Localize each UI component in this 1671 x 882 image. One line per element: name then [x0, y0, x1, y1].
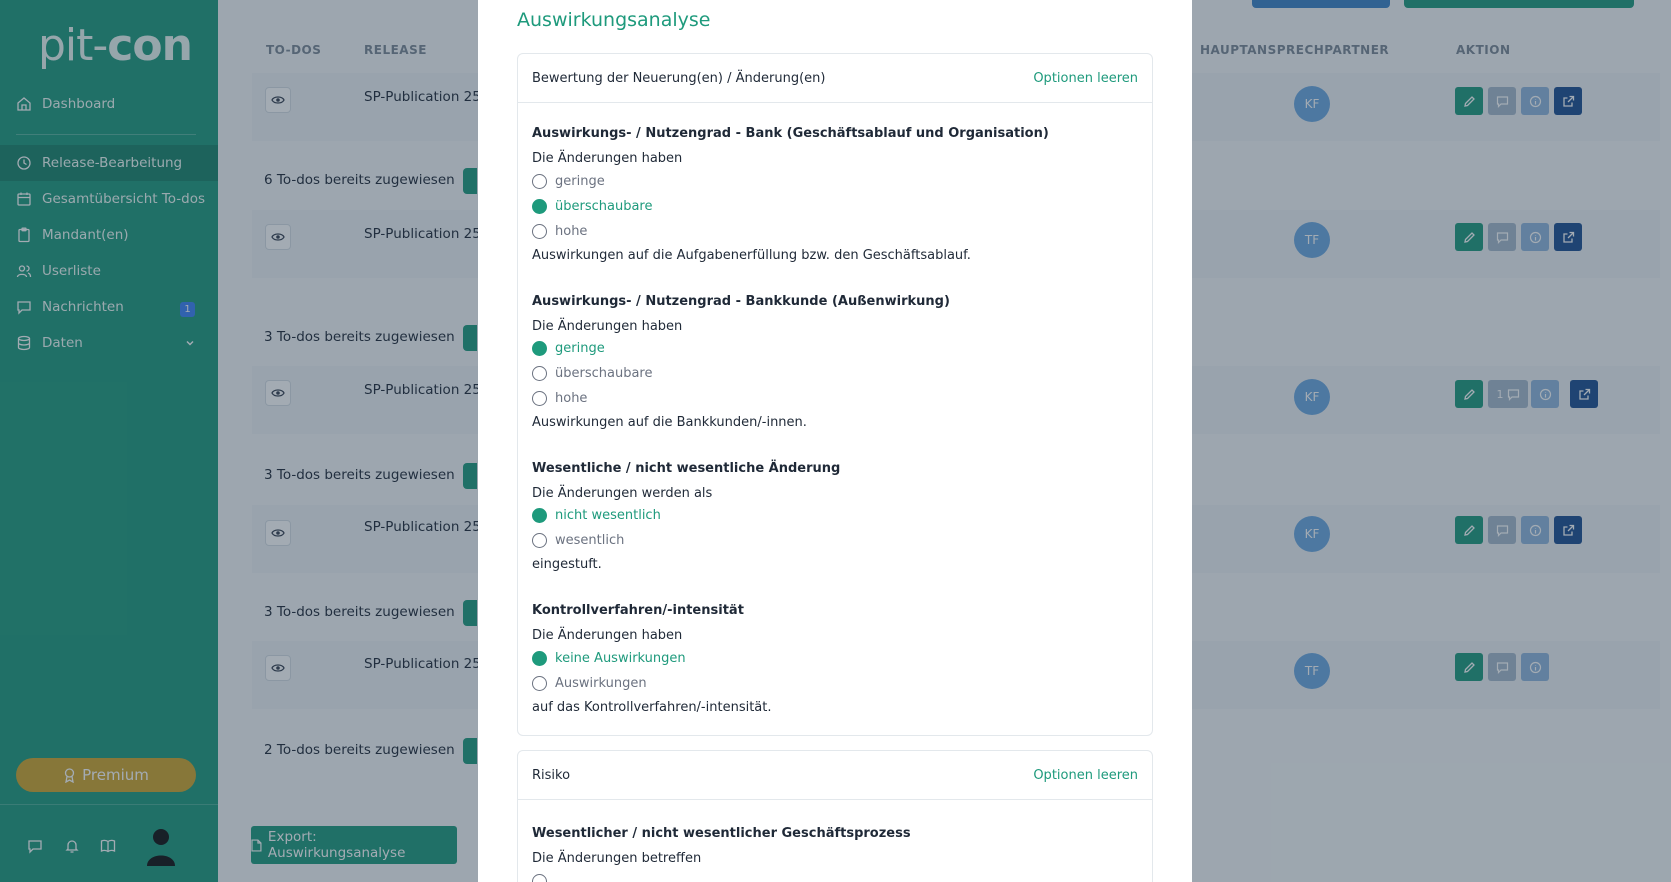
radio-label: hohe: [555, 391, 588, 406]
radio-option[interactable]: hohe: [532, 391, 587, 406]
card-title: Risiko: [532, 767, 571, 783]
radio-option-selected[interactable]: nicht wesentlich: [532, 508, 661, 523]
bewertung-card: Bewertung der Neuerung(en) / Änderung(en…: [517, 53, 1153, 736]
radio-option[interactable]: [532, 874, 547, 882]
question-title: Auswirkungs- / Nutzengrad - Bank (Geschä…: [532, 126, 1049, 141]
radio-option[interactable]: wesentlich: [532, 533, 624, 548]
radio-label: hohe: [555, 224, 588, 239]
radio-option[interactable]: Auswirkungen: [532, 676, 647, 691]
radio-label: überschaubare: [555, 366, 653, 381]
question-intro: Die Änderungen haben: [532, 628, 683, 643]
radio-button[interactable]: [532, 676, 547, 691]
clear-options-link[interactable]: Optionen leeren: [1033, 768, 1138, 783]
radio-button[interactable]: [532, 366, 547, 381]
question-title: Auswirkungs- / Nutzengrad - Bankkunde (A…: [532, 294, 950, 309]
auswirkungsanalyse-modal: Auswirkungsanalyse Bewertung der Neuerun…: [478, 0, 1192, 882]
radio-option[interactable]: hohe: [532, 224, 587, 239]
radio-button[interactable]: [532, 224, 547, 239]
question-outro: Auswirkungen auf die Aufgabenerfüllung b…: [532, 248, 971, 263]
question-intro: Die Änderungen werden als: [532, 486, 713, 501]
radio-label: keine Auswirkungen: [555, 651, 686, 666]
radio-label: geringe: [555, 174, 605, 189]
radio-option-selected[interactable]: überschaubare: [532, 199, 652, 214]
question-title: Wesentliche / nicht wesentliche Änderung: [532, 461, 841, 476]
radio-option-selected[interactable]: keine Auswirkungen: [532, 651, 686, 666]
risiko-card: Risiko Optionen leeren Wesentlicher / ni…: [517, 750, 1153, 882]
radio-button[interactable]: [532, 174, 547, 189]
radio-label: überschaubare: [555, 199, 653, 214]
question-outro: eingestuft.: [532, 557, 602, 572]
radio-button[interactable]: [532, 874, 547, 882]
question-title: Kontrollverfahren/-intensität: [532, 603, 744, 618]
radio-label: wesentlich: [555, 533, 625, 548]
radio-button[interactable]: [532, 533, 547, 548]
question-outro: auf das Kontrollverfahren/-intensität.: [532, 700, 772, 715]
radio-option-selected[interactable]: geringe: [532, 341, 605, 356]
radio-button[interactable]: [532, 391, 547, 406]
radio-option[interactable]: geringe: [532, 174, 605, 189]
radio-label: geringe: [555, 341, 605, 356]
question-outro: Auswirkungen auf die Bankkunden/-innen.: [532, 415, 807, 430]
question-title: Wesentlicher / nicht wesentlicher Geschä…: [532, 826, 911, 841]
radio-button[interactable]: [532, 199, 547, 214]
radio-button[interactable]: [532, 508, 547, 523]
card-title: Bewertung der Neuerung(en) / Änderung(en…: [532, 70, 826, 86]
radio-label: nicht wesentlich: [555, 508, 661, 523]
radio-button[interactable]: [532, 341, 547, 356]
question-intro: Die Änderungen haben: [532, 151, 683, 166]
radio-button[interactable]: [532, 651, 547, 666]
modal-title: Auswirkungsanalyse: [517, 9, 711, 31]
question-intro: Die Änderungen betreffen: [532, 851, 702, 866]
radio-label: Auswirkungen: [555, 676, 647, 691]
radio-option[interactable]: überschaubare: [532, 366, 652, 381]
clear-options-link[interactable]: Optionen leeren: [1033, 71, 1138, 86]
question-intro: Die Änderungen haben: [532, 319, 683, 334]
